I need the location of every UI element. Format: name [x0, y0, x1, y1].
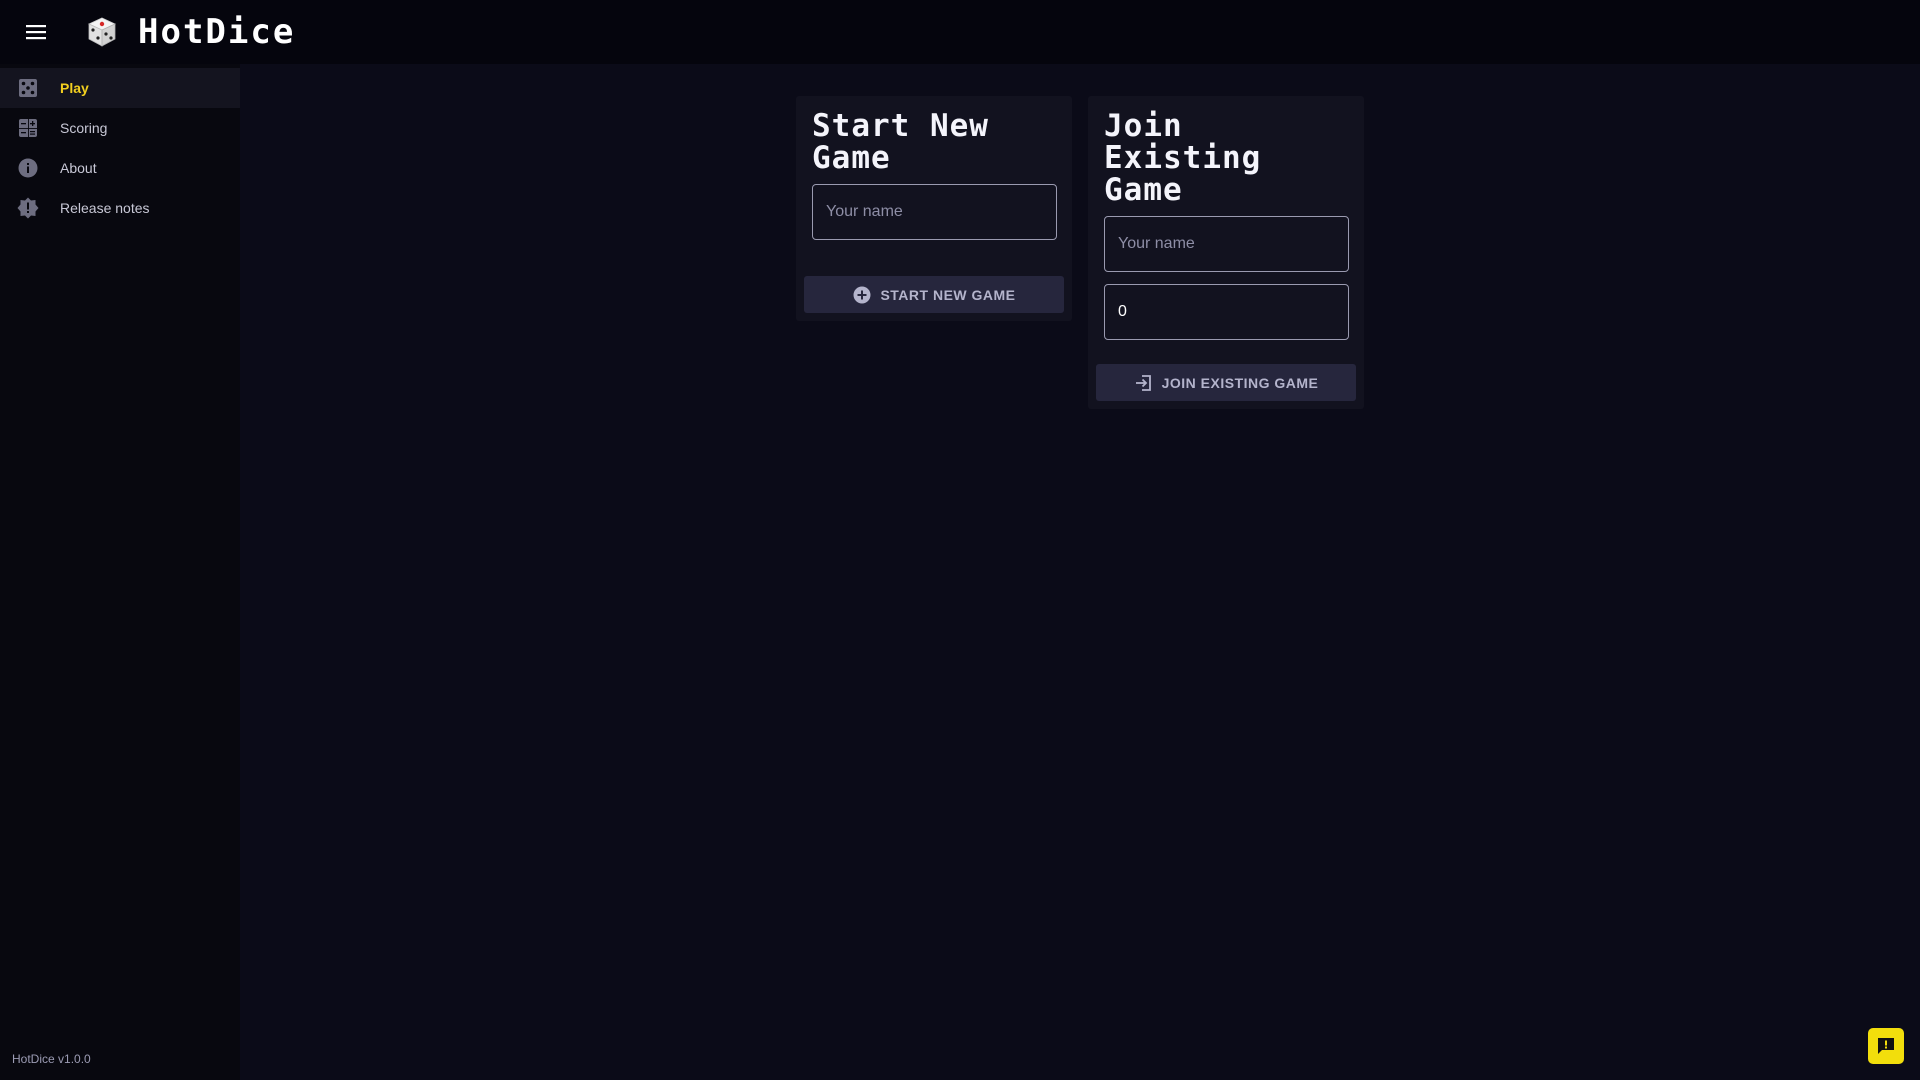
- app-version: HotDice v1.0.0: [12, 1052, 91, 1066]
- join-existing-game-button[interactable]: JOIN EXISTING GAME: [1096, 364, 1356, 401]
- sidebar-item-label: Play: [60, 80, 89, 96]
- start-new-game-button[interactable]: START NEW GAME: [804, 276, 1064, 313]
- join-existing-game-button-label: JOIN EXISTING GAME: [1161, 374, 1319, 391]
- feedback-icon: [1878, 1038, 1894, 1054]
- start-name-input[interactable]: [812, 184, 1057, 240]
- sidebar-item-label: Scoring: [60, 120, 108, 136]
- sidebar-item-release-notes[interactable]: Release notes: [0, 188, 240, 228]
- start-new-game-button-label: START NEW GAME: [880, 286, 1016, 303]
- sidebar: Play Scoring About Release notes HotDice…: [0, 64, 240, 1080]
- sidebar-item-about[interactable]: About: [0, 148, 240, 188]
- new-releases-icon: [16, 196, 40, 220]
- dice-icon: [84, 14, 120, 50]
- join-existing-game-card: Join Existing Game JOIN EXISTING GAME: [1088, 96, 1364, 409]
- info-icon: [16, 156, 40, 180]
- start-new-game-title: Start New Game: [812, 108, 989, 176]
- join-existing-game-title: Join Existing Game: [1104, 108, 1262, 208]
- menu-icon: [26, 25, 46, 40]
- menu-button[interactable]: [16, 12, 56, 52]
- game-id-input[interactable]: [1104, 284, 1349, 340]
- app-title: HotDice: [138, 12, 296, 52]
- add-circle-icon: [852, 285, 872, 305]
- app-bar: HotDice: [0, 0, 1920, 64]
- feedback-button[interactable]: [1868, 1028, 1904, 1064]
- dice-five-icon: [16, 76, 40, 100]
- start-new-game-card: Start New Game START NEW GAME: [796, 96, 1072, 321]
- sidebar-item-scoring[interactable]: Scoring: [0, 108, 240, 148]
- calculator-icon: [16, 116, 40, 140]
- join-name-input[interactable]: [1104, 216, 1349, 272]
- sidebar-item-label: About: [60, 160, 97, 176]
- login-icon: [1134, 373, 1154, 393]
- sidebar-item-play[interactable]: Play: [0, 68, 240, 108]
- sidebar-item-label: Release notes: [60, 200, 150, 216]
